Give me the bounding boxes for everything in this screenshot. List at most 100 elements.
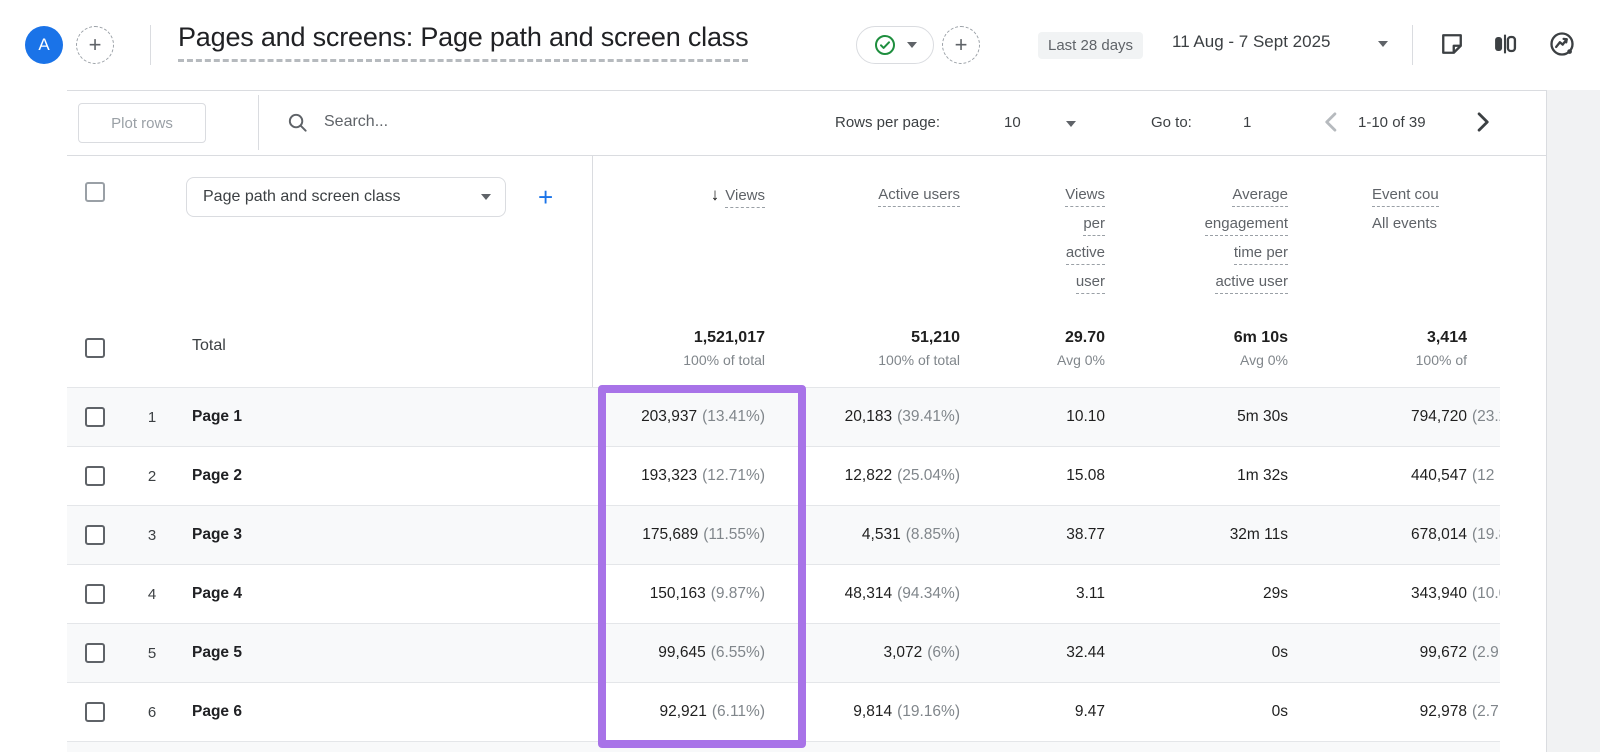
event-count-cell: 794,720(23.2 xyxy=(1330,388,1467,446)
views-per-active-user-cell: 38.77 xyxy=(985,506,1105,564)
header-divider-2 xyxy=(1412,25,1413,65)
column-header-active-users[interactable]: Active users xyxy=(878,184,960,213)
column-header-event-count[interactable]: Event cou All events xyxy=(1372,184,1439,242)
row-index: 4 xyxy=(137,565,167,623)
rows-per-page-label: Rows per page: xyxy=(835,114,940,131)
next-row-sliver xyxy=(67,742,1500,752)
event-count-cell: 92,978(2.7 xyxy=(1330,683,1467,741)
avg-engagement-cell: 0s xyxy=(1150,624,1288,682)
row-page-name: Page 3 xyxy=(192,506,242,564)
toolbar-bottom-border xyxy=(67,155,1546,156)
views-per-active-user-cell: 9.47 xyxy=(985,683,1105,741)
column-header-views[interactable]: ↓Views xyxy=(711,184,765,213)
insights-icon[interactable] xyxy=(1548,30,1576,58)
column-header-views-per-active-user[interactable]: Views per active user xyxy=(1065,184,1105,300)
row-checkbox[interactable] xyxy=(85,525,105,545)
row-index: 2 xyxy=(137,447,167,505)
next-page-icon[interactable] xyxy=(1468,108,1496,136)
go-to-label: Go to: xyxy=(1151,114,1192,131)
total-avg-engagement: 6m 10sAvg 0% xyxy=(1150,310,1288,387)
pagination-range: 1-10 of 39 xyxy=(1358,114,1426,131)
column-header-avg-engagement-time[interactable]: Average engagement time per active user xyxy=(1205,184,1288,300)
plot-rows-button[interactable]: Plot rows xyxy=(78,103,206,143)
header-divider xyxy=(150,25,151,65)
add-comparison-button[interactable]: + xyxy=(76,26,114,64)
table-row: 6 Page 6 92,921(6.11%) 9,814(19.16%) 9.4… xyxy=(67,683,1500,742)
total-views-per-active-user: 29.70Avg 0% xyxy=(985,310,1105,387)
avg-engagement-cell: 5m 30s xyxy=(1150,388,1288,446)
row-checkbox[interactable] xyxy=(85,584,105,604)
dimension-selector-dropdown[interactable]: Page path and screen class xyxy=(186,177,506,217)
row-index: 1 xyxy=(137,388,167,446)
row-index: 6 xyxy=(137,683,167,741)
event-count-cell: 343,940(10.0 xyxy=(1330,565,1467,623)
date-caret-icon[interactable] xyxy=(1378,41,1388,47)
page-title[interactable]: Pages and screens: Page path and screen … xyxy=(178,22,748,62)
go-to-value[interactable]: 1 xyxy=(1243,114,1251,131)
rows-per-page-caret-icon[interactable] xyxy=(1066,121,1076,127)
views-cell: 99,645(6.55%) xyxy=(606,624,765,682)
dimension-caret-icon xyxy=(481,194,491,200)
views-cell: 203,937(13.41%) xyxy=(606,388,765,446)
row-index: 3 xyxy=(137,506,167,564)
select-all-checkbox[interactable] xyxy=(85,182,105,202)
row-checkbox[interactable] xyxy=(85,466,105,486)
toolbar-divider xyxy=(258,95,259,150)
views-per-active-user-cell: 32.44 xyxy=(985,624,1105,682)
row-checkbox[interactable] xyxy=(85,702,105,722)
active-users-cell: 9,814(19.16%) xyxy=(790,683,960,741)
total-label: Total xyxy=(192,337,226,355)
rows-per-page-value[interactable]: 10 xyxy=(1004,114,1021,131)
table-body: 1 Page 1 203,937(13.41%) 20,183(39.41%) … xyxy=(67,388,1500,742)
row-page-name: Page 5 xyxy=(192,624,242,682)
event-count-cell: 678,014(19.8 xyxy=(1330,506,1467,564)
event-count-cell: 440,547(12 xyxy=(1330,447,1467,505)
row-checkbox[interactable] xyxy=(85,407,105,427)
row-checkbox[interactable] xyxy=(85,643,105,663)
sort-desc-icon: ↓ xyxy=(711,185,720,204)
event-count-cell: 99,672(2.9 xyxy=(1330,624,1467,682)
notes-icon[interactable] xyxy=(1438,30,1466,58)
compare-icon[interactable] xyxy=(1491,30,1519,58)
report-table-card: Plot rows Rows per page: 10 Go to: 1 1-1… xyxy=(0,90,1600,752)
views-per-active-user-cell: 15.08 xyxy=(985,447,1105,505)
row-page-name: Page 1 xyxy=(192,388,242,446)
views-cell: 92,921(6.11%) xyxy=(606,683,765,741)
views-per-active-user-cell: 3.11 xyxy=(985,565,1105,623)
date-preset-chip: Last 28 days xyxy=(1038,32,1143,59)
total-row-checkbox[interactable] xyxy=(85,338,105,358)
active-users-cell: 12,822(25.04%) xyxy=(790,447,960,505)
row-page-name: Page 2 xyxy=(192,447,242,505)
row-page-name: Page 6 xyxy=(192,683,242,741)
previous-page-icon[interactable] xyxy=(1318,108,1346,136)
avg-engagement-cell: 0s xyxy=(1150,683,1288,741)
avg-engagement-cell: 32m 11s xyxy=(1150,506,1288,564)
active-users-cell: 20,183(39.41%) xyxy=(790,388,960,446)
avatar[interactable]: A xyxy=(25,26,63,64)
views-cell: 193,323(12.71%) xyxy=(606,447,765,505)
views-per-active-user-cell: 10.10 xyxy=(985,388,1105,446)
views-cell: 175,689(11.55%) xyxy=(606,506,765,564)
views-cell: 150,163(9.87%) xyxy=(606,565,765,623)
right-gutter xyxy=(1546,90,1600,752)
active-users-cell: 4,531(8.85%) xyxy=(790,506,960,564)
active-users-cell: 3,072(6%) xyxy=(790,624,960,682)
app-bar: A + Pages and screens: Page path and scr… xyxy=(0,0,1600,90)
report-status-dropdown[interactable] xyxy=(856,26,934,64)
table-row: 2 Page 2 193,323(12.71%) 12,822(25.04%) … xyxy=(67,447,1500,506)
table-row: 3 Page 3 175,689(11.55%) 4,531(8.85%) 38… xyxy=(67,506,1500,565)
total-row: Total 1,521,017100% of total 51,210100% … xyxy=(67,310,1500,388)
dimension-selector-label: Page path and screen class xyxy=(203,188,400,206)
search-icon xyxy=(286,111,309,134)
total-event-count: 3,414100% of xyxy=(1330,310,1467,387)
total-views: 1,521,017100% of total xyxy=(606,310,765,387)
date-range-text[interactable]: 11 Aug - 7 Sept 2025 xyxy=(1172,32,1330,52)
row-index: 5 xyxy=(137,624,167,682)
avg-engagement-cell: 1m 32s xyxy=(1150,447,1288,505)
add-comparison-button-2[interactable]: + xyxy=(942,26,980,64)
add-dimension-button[interactable]: + xyxy=(532,182,559,212)
check-circle-icon xyxy=(873,33,897,57)
search-input[interactable] xyxy=(322,106,702,138)
chevron-down-icon xyxy=(907,42,917,48)
row-page-name: Page 4 xyxy=(192,565,242,623)
